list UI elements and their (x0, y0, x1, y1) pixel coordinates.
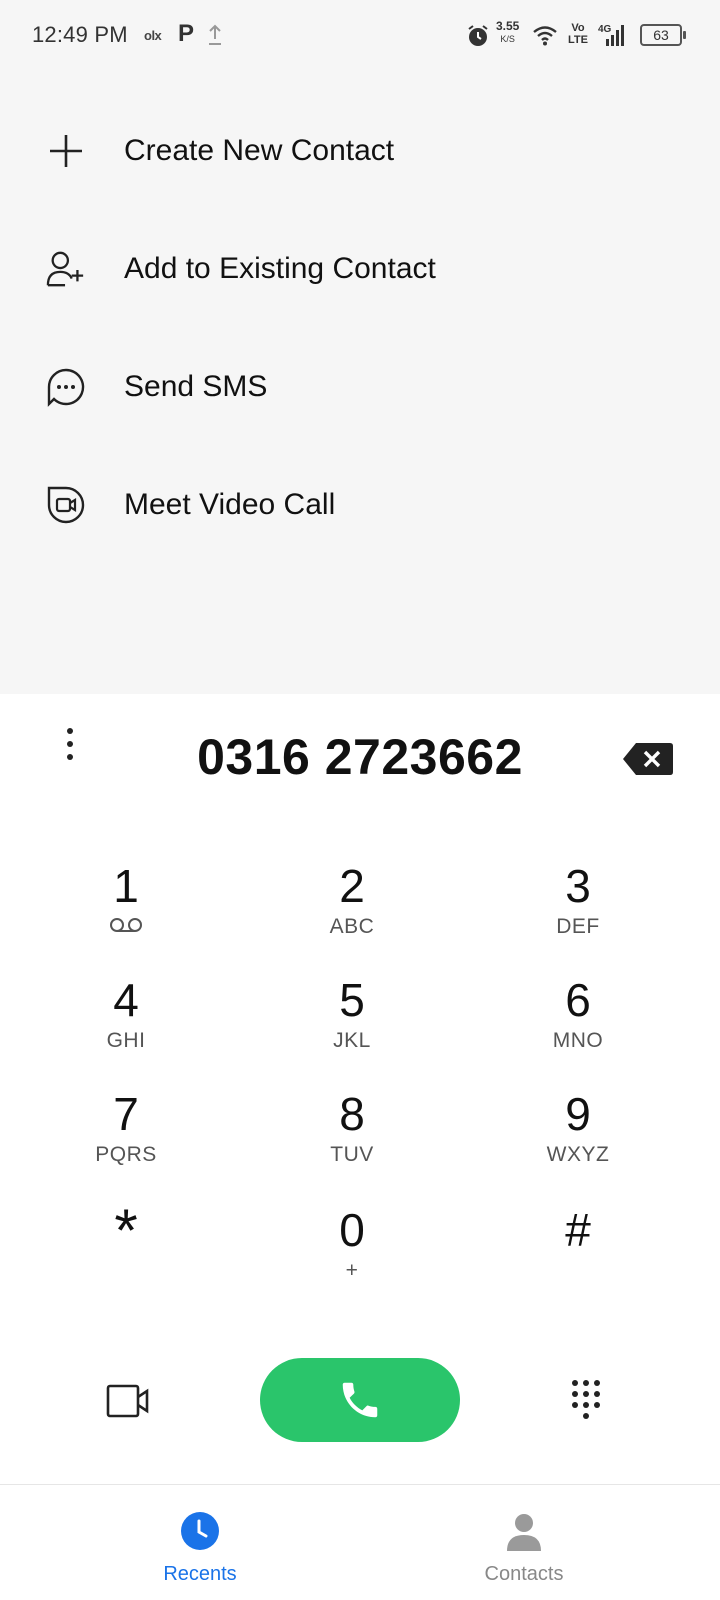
dot-icon (594, 1380, 600, 1386)
key-letters: JKL (333, 1029, 371, 1052)
key-digit: 5 (339, 974, 365, 1026)
clock-icon (181, 1512, 219, 1550)
video-call-button[interactable] (106, 1384, 150, 1423)
dot-icon (583, 1413, 589, 1419)
dot-icon (583, 1391, 589, 1397)
message-icon (46, 367, 86, 407)
key-digit: 2 (339, 860, 365, 912)
more-options-button[interactable] (58, 722, 82, 766)
dot-icon (594, 1391, 600, 1397)
key-hash[interactable]: # (478, 1202, 678, 1312)
send-sms-label: Send SMS (124, 370, 268, 403)
key-2[interactable]: 2 ABC (252, 858, 452, 968)
key-digit: 3 (565, 860, 591, 912)
p-app-icon: P (178, 20, 195, 47)
alarm-icon (466, 24, 490, 53)
olx-icon: olx (144, 28, 162, 43)
key-letters: MNO (552, 1029, 604, 1052)
create-new-contact-action[interactable]: Create New Contact (0, 92, 720, 210)
video-camera-icon (106, 1384, 149, 1418)
add-person-icon (46, 249, 86, 289)
key-9[interactable]: 9 WXYZ (478, 1086, 678, 1196)
voicemail-icon (26, 914, 226, 943)
key-3[interactable]: 3 DEF (478, 858, 678, 968)
battery-icon: 63 (640, 24, 686, 46)
key-digit: 6 (565, 974, 591, 1026)
dot-icon (594, 1402, 600, 1408)
key-letters: WXYZ (546, 1143, 610, 1166)
more-dot-icon (67, 741, 73, 747)
signal-icon: 4G (598, 22, 628, 53)
more-dot-icon (67, 728, 73, 734)
key-digit: 7 (113, 1088, 139, 1140)
key-digit: 8 (339, 1088, 365, 1140)
key-digit: 1 (113, 860, 139, 912)
key-letters: ABC (329, 915, 375, 938)
key-6[interactable]: 6 MNO (478, 972, 678, 1082)
key-digit: # (565, 1204, 591, 1256)
keypad-toggle-button[interactable] (572, 1380, 612, 1428)
person-icon (507, 1514, 541, 1551)
meet-video-call-action[interactable]: Meet Video Call (0, 446, 720, 564)
key-digit: * (114, 1197, 138, 1264)
wifi-icon (532, 24, 558, 51)
key-8[interactable]: 8 TUV (252, 1086, 452, 1196)
send-sms-action[interactable]: Send SMS (0, 328, 720, 446)
network-speed: 3.55 K/S (496, 19, 520, 44)
key-letters: + (345, 1259, 359, 1282)
key-1[interactable]: 1 (26, 858, 226, 968)
status-time: 12:49 PM (32, 22, 128, 47)
key-7[interactable]: 7 PQRS (26, 1086, 226, 1196)
bottom-navigation: Recents Contacts (0, 1484, 720, 1600)
upload-icon (208, 24, 222, 51)
call-button[interactable] (260, 1358, 460, 1442)
battery-level: 63 (653, 27, 669, 43)
tab-contacts[interactable]: Contacts (424, 1511, 624, 1586)
meet-video-call-label: Meet Video Call (124, 488, 336, 521)
key-star[interactable]: * (26, 1196, 226, 1306)
key-5[interactable]: 5 JKL (252, 972, 452, 1082)
tab-recents-label: Recents (163, 1563, 237, 1585)
key-4[interactable]: 4 GHI (26, 972, 226, 1082)
key-digit: 0 (339, 1204, 365, 1256)
dot-icon (572, 1391, 578, 1397)
create-new-contact-label: Create New Contact (124, 134, 395, 167)
key-0[interactable]: 0 + (252, 1202, 452, 1312)
key-letters: GHI (106, 1029, 146, 1052)
tab-recents[interactable]: Recents (100, 1511, 300, 1586)
tab-contacts-label: Contacts (484, 1563, 564, 1585)
dot-icon (572, 1402, 578, 1408)
add-to-existing-contact-label: Add to Existing Contact (124, 252, 436, 285)
backspace-icon (623, 743, 673, 775)
key-letters: TUV (330, 1143, 374, 1166)
dot-icon (583, 1402, 589, 1408)
backspace-button[interactable] (622, 742, 674, 781)
key-letters: PQRS (95, 1143, 157, 1166)
meet-video-icon (46, 485, 86, 525)
add-to-existing-contact-action[interactable]: Add to Existing Contact (0, 210, 720, 328)
key-digit: 9 (565, 1088, 591, 1140)
status-bar: 12:49 PM olx P 3.55 K/S Vo LTE 4G 63 (0, 0, 720, 72)
dialed-number[interactable]: 0316 2723662 (130, 728, 590, 786)
key-letters: DEF (556, 915, 600, 938)
more-dot-icon (67, 754, 73, 760)
dot-icon (572, 1380, 578, 1386)
key-digit: 4 (113, 974, 139, 1026)
dot-icon (583, 1380, 589, 1386)
plus-icon (46, 131, 86, 171)
volte-indicator: Vo LTE (568, 22, 588, 46)
network-type: 4G (598, 24, 612, 35)
phone-icon (342, 1382, 378, 1418)
